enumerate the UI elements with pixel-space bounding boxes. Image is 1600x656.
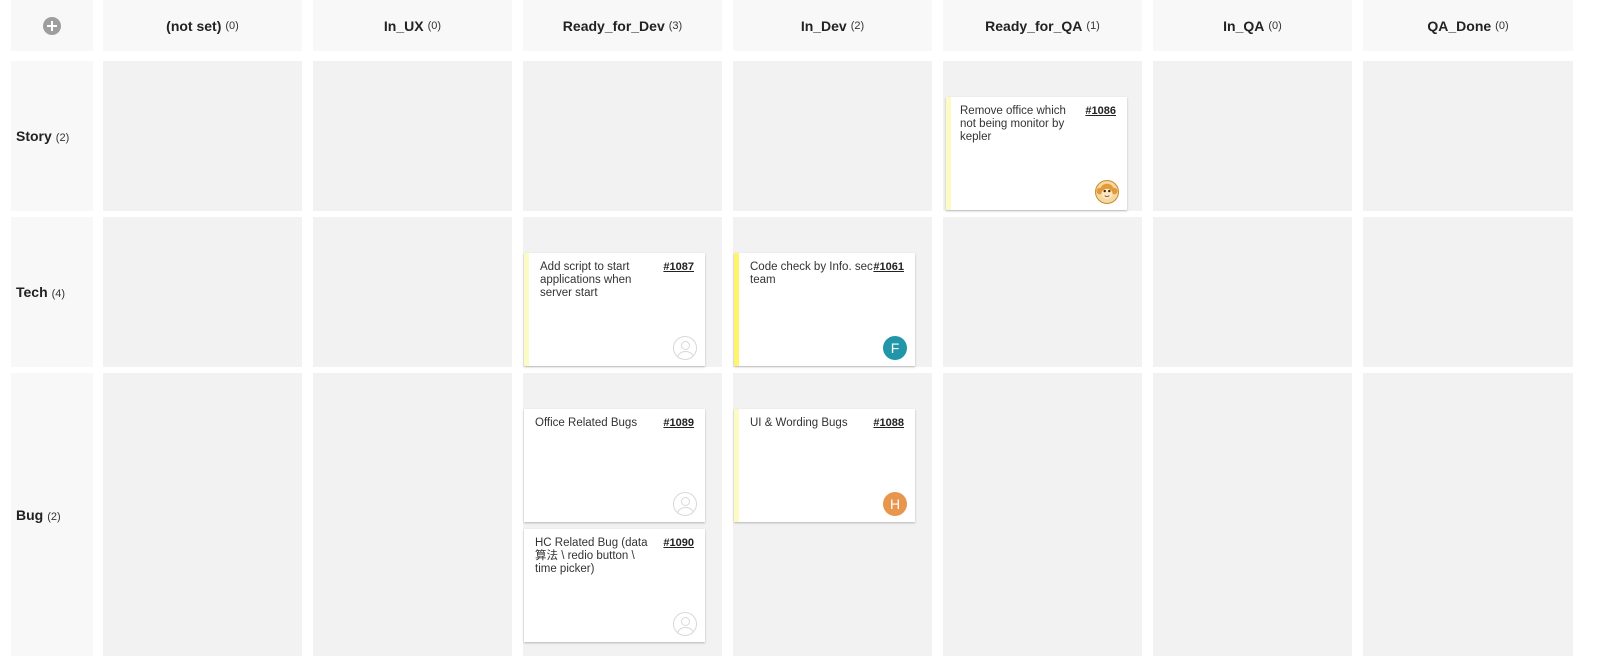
board-cell[interactable]	[313, 61, 512, 211]
task-card[interactable]: Code check by Info. sec team #1061 F	[734, 253, 915, 366]
column-header-in-ux[interactable]: In_UX (0)	[313, 0, 512, 51]
card-number-link[interactable]: #1061	[873, 261, 904, 273]
board-cell[interactable]	[313, 373, 512, 656]
column-header-qa-done[interactable]: QA_Done (0)	[1363, 0, 1573, 51]
column-count: (0)	[1268, 19, 1282, 32]
card-color-stripe	[946, 97, 951, 210]
board-cell[interactable]	[103, 61, 302, 211]
column-name: (not set)	[166, 17, 222, 34]
row-name: Story	[16, 128, 52, 144]
task-card[interactable]: Add script to start applications when se…	[524, 253, 705, 366]
board-cell[interactable]	[1153, 373, 1352, 656]
avatar-head-shape	[681, 341, 690, 350]
empty-avatar[interactable]	[673, 612, 697, 636]
monkey-avatar-image	[1096, 181, 1118, 203]
row-header-story[interactable]: Story (2)	[11, 61, 93, 211]
column-header-not-set[interactable]: (not set) (0)	[103, 0, 302, 51]
column-name: In_Dev	[800, 17, 847, 34]
empty-avatar[interactable]	[673, 492, 697, 516]
card-title: Add script to start applications when se…	[540, 261, 632, 299]
card-number-link[interactable]: #1087	[663, 261, 694, 273]
board-cell[interactable]	[523, 61, 722, 211]
row-header-tech[interactable]: Tech (4)	[11, 217, 93, 367]
monkey-avatar[interactable]	[1095, 180, 1119, 204]
board-cell[interactable]	[943, 373, 1142, 656]
board-cell[interactable]	[733, 61, 932, 211]
user-avatar-f[interactable]: F	[883, 336, 907, 360]
board-cell[interactable]	[313, 217, 512, 367]
row-name: Bug	[16, 506, 44, 523]
column-name: QA_Done	[1427, 17, 1492, 34]
board-cell[interactable]	[1153, 217, 1352, 367]
card-color-stripe	[734, 253, 739, 366]
card-color-stripe	[524, 253, 529, 366]
card-number-link[interactable]: #1086	[1085, 105, 1116, 117]
card-number-link[interactable]: #1090	[663, 537, 694, 549]
column-name: Ready_for_Dev	[562, 17, 665, 34]
card-color-stripe	[734, 409, 739, 522]
task-card[interactable]: Remove office which not being monitor by…	[946, 97, 1127, 210]
avatar-head-shape	[681, 617, 690, 626]
row-count: (2)	[47, 510, 61, 523]
board-cell[interactable]	[1363, 217, 1573, 367]
column-count: (2)	[850, 19, 865, 32]
avatar-head-shape	[681, 497, 690, 506]
empty-avatar[interactable]	[673, 336, 697, 360]
card-number-link[interactable]: #1089	[663, 417, 694, 429]
row-name: Tech	[16, 284, 48, 300]
column-header-in-dev[interactable]: In_Dev (2)	[733, 0, 932, 51]
board-cell[interactable]	[943, 217, 1142, 367]
column-count: (0)	[1495, 19, 1509, 32]
user-avatar-h[interactable]: H	[883, 492, 907, 516]
task-card[interactable]: HC Related Bug (data 算法 \ redio button \…	[524, 529, 705, 642]
card-title: HC Related Bug (data 算法 \ redio button \…	[535, 537, 648, 575]
card-title: Office Related Bugs	[535, 417, 638, 429]
row-count: (4)	[51, 288, 66, 300]
column-header-ready-for-dev[interactable]: Ready_for_Dev (3)	[523, 0, 722, 51]
board-cell[interactable]	[103, 373, 302, 656]
add-cell	[11, 0, 93, 51]
row-count: (2)	[55, 132, 70, 144]
task-card[interactable]: UI & Wording Bugs #1088 H	[734, 409, 915, 522]
task-card[interactable]: Office Related Bugs #1089	[524, 409, 705, 522]
avatar-body-shape	[677, 627, 694, 635]
column-name: Ready_for_QA	[985, 17, 1083, 34]
plus-circle-icon[interactable]	[43, 16, 61, 35]
card-title: UI & Wording Bugs	[750, 417, 848, 429]
column-header-ready-for-qa[interactable]: Ready_for_QA (1)	[943, 0, 1142, 51]
card-number-link[interactable]: #1088	[873, 417, 904, 429]
card-title: Remove office which not being monitor by…	[960, 105, 1066, 143]
avatar-body-shape	[677, 351, 694, 359]
column-header-in-qa[interactable]: In_QA (0)	[1153, 0, 1352, 51]
board-cell[interactable]	[103, 217, 302, 367]
board-cell[interactable]	[1153, 61, 1352, 211]
column-count: (0)	[225, 19, 239, 32]
avatar-body-shape	[677, 507, 694, 515]
column-name: In_QA	[1223, 17, 1265, 34]
card-title: Code check by Info. sec team	[750, 261, 873, 286]
board-cell[interactable]	[1363, 373, 1573, 656]
column-count: (0)	[427, 19, 442, 32]
column-count: (1)	[1086, 19, 1100, 32]
row-header-bug[interactable]: Bug (2)	[11, 373, 93, 656]
board-cell[interactable]	[1363, 61, 1573, 211]
column-count: (3)	[668, 19, 683, 32]
column-name: In_UX	[383, 17, 424, 34]
